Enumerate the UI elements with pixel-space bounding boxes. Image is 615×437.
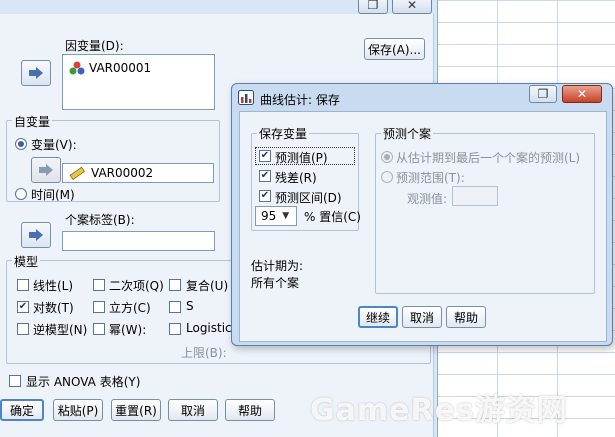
help-button[interactable]: 帮助 bbox=[225, 399, 275, 421]
move-to-dependent-button[interactable] bbox=[21, 60, 51, 86]
independent-group-label: 自变量 bbox=[12, 113, 53, 130]
model-logarithmic-checkbox[interactable]: ✔ bbox=[17, 301, 29, 313]
time-radio[interactable] bbox=[15, 188, 27, 200]
arrow-right-icon bbox=[29, 67, 43, 79]
dependent-label: 因变量(D): bbox=[65, 39, 124, 53]
spss-app-icon bbox=[238, 90, 254, 105]
model-s-label: S bbox=[186, 299, 194, 313]
upper-limit-label: 上限(B): bbox=[181, 346, 227, 360]
prediction-intervals-checkbox[interactable]: ✔ bbox=[259, 190, 271, 202]
move-to-case-label-button[interactable] bbox=[21, 222, 51, 248]
residuals-checkbox[interactable]: ✔ bbox=[259, 170, 271, 182]
arrow-right-icon bbox=[29, 229, 43, 241]
predict-from-estimation-label: 从估计期到最后一个个案的预测(L) bbox=[396, 151, 581, 165]
predict-through-radio[interactable] bbox=[381, 171, 393, 183]
paste-button[interactable]: 粘贴(P) bbox=[53, 399, 103, 421]
continue-button[interactable]: 继续 bbox=[358, 306, 398, 328]
dependent-item-label: VAR00001 bbox=[89, 61, 152, 75]
model-logistic-checkbox[interactable] bbox=[169, 323, 181, 335]
confidence-select[interactable]: 95 ▼ bbox=[255, 206, 297, 226]
predict-through-label: 预测范围(T): bbox=[396, 171, 465, 185]
model-group-label: 模型 bbox=[12, 253, 41, 270]
close-button-main[interactable]: ✕ bbox=[392, 0, 432, 14]
model-inverse-label: 逆模型(N) bbox=[33, 323, 88, 337]
check-icon: ✔ bbox=[18, 301, 28, 312]
save-dialog-title: 曲线估计: 保存 bbox=[260, 93, 340, 107]
time-radio-label: 时间(M) bbox=[31, 188, 75, 202]
model-quadratic-label: 二次项(Q) bbox=[109, 279, 164, 293]
prediction-intervals-label: 预测区间(D) bbox=[275, 191, 342, 205]
model-quadratic-checkbox[interactable] bbox=[93, 279, 105, 291]
case-label-label: 个案标签(B): bbox=[65, 213, 135, 227]
model-cubic-label: 立方(C) bbox=[109, 301, 151, 315]
model-logarithmic-label: 对数(T) bbox=[33, 301, 74, 315]
estimation-period-value: 所有个案 bbox=[251, 276, 300, 290]
save-dialog-help-button[interactable]: 帮助 bbox=[446, 306, 486, 328]
ruler-icon bbox=[69, 166, 85, 180]
save-dialog-cancel-button[interactable]: 取消 bbox=[402, 306, 442, 328]
independent-variable-value: VAR00002 bbox=[91, 166, 154, 180]
restore-icon: ❐ bbox=[537, 87, 549, 101]
cancel-button[interactable]: 取消 bbox=[168, 399, 218, 421]
close-icon: ✕ bbox=[576, 87, 588, 101]
confidence-value: 95 bbox=[261, 209, 277, 223]
model-inverse-checkbox[interactable] bbox=[17, 323, 29, 335]
estimation-period-label: 估计期为: bbox=[251, 259, 304, 273]
restore-button[interactable]: ❐ bbox=[358, 0, 388, 14]
save-variables-group-label: 保存变量 bbox=[257, 125, 310, 142]
observation-label: 观测值: bbox=[407, 192, 448, 206]
predicted-values-checkbox[interactable]: ✔ bbox=[259, 150, 271, 162]
variable-radio-label: 变量(V): bbox=[31, 138, 77, 152]
watermark: GameRes游资网 bbox=[310, 393, 568, 428]
model-power-label: 幂(W): bbox=[109, 323, 147, 337]
model-power-checkbox[interactable] bbox=[93, 323, 105, 335]
model-compound-label: 复合(U) bbox=[186, 279, 229, 293]
case-label-field[interactable] bbox=[62, 231, 215, 251]
ok-button[interactable]: 确定 bbox=[0, 399, 44, 421]
observation-field[interactable] bbox=[452, 186, 498, 206]
model-linear-label: 线性(L) bbox=[33, 279, 74, 293]
save-dialog-close-button[interactable]: ✕ bbox=[562, 85, 602, 103]
check-icon: ✔ bbox=[260, 170, 270, 181]
model-linear-checkbox[interactable] bbox=[17, 279, 29, 291]
confidence-label: % 置信(C) bbox=[304, 210, 361, 224]
predict-from-estimation-radio[interactable] bbox=[381, 151, 393, 163]
check-icon: ✔ bbox=[260, 190, 270, 201]
move-to-variable-button[interactable] bbox=[31, 157, 61, 183]
scale-variable-icon bbox=[69, 61, 85, 75]
arrow-right-icon bbox=[39, 164, 53, 176]
model-cubic-checkbox[interactable] bbox=[93, 301, 105, 313]
reset-button[interactable]: 重置(R) bbox=[111, 399, 161, 421]
model-compound-checkbox[interactable] bbox=[169, 279, 181, 291]
chevron-down-icon: ▼ bbox=[282, 211, 290, 221]
save-dialog-restore-button[interactable]: ❐ bbox=[529, 85, 557, 103]
model-logistic-label: Logistic bbox=[186, 321, 232, 335]
anova-checkbox[interactable] bbox=[9, 375, 21, 387]
save-dialog-client: 保存变量 ✔ 预测值(P) ✔ 残差(R) ✔ 预测区间(D) 95 ▼ % 置… bbox=[239, 111, 607, 342]
check-icon: ✔ bbox=[260, 150, 270, 161]
predict-cases-group-label: 预测个案 bbox=[381, 125, 434, 142]
close-icon: ✕ bbox=[406, 0, 418, 12]
list-item[interactable]: VAR00001 bbox=[69, 61, 151, 75]
anova-label: 显示 ANOVA 表格(Y) bbox=[26, 375, 141, 389]
model-s-checkbox[interactable] bbox=[169, 301, 181, 313]
save-dialog: 曲线估计: 保存 ❐ ✕ 保存变量 ✔ 预测值(P) ✔ 残差(R) ✔ 预测区… bbox=[231, 83, 613, 346]
residuals-label: 残差(R) bbox=[275, 171, 317, 185]
save-button[interactable]: 保存(A)... bbox=[364, 38, 425, 60]
variable-radio[interactable] bbox=[15, 138, 27, 150]
dependent-list[interactable]: VAR00001 bbox=[62, 54, 215, 110]
restore-icon: ❐ bbox=[367, 0, 379, 12]
predicted-values-label: 预测值(P) bbox=[275, 151, 328, 165]
independent-variable-field[interactable]: VAR00002 bbox=[62, 163, 214, 183]
